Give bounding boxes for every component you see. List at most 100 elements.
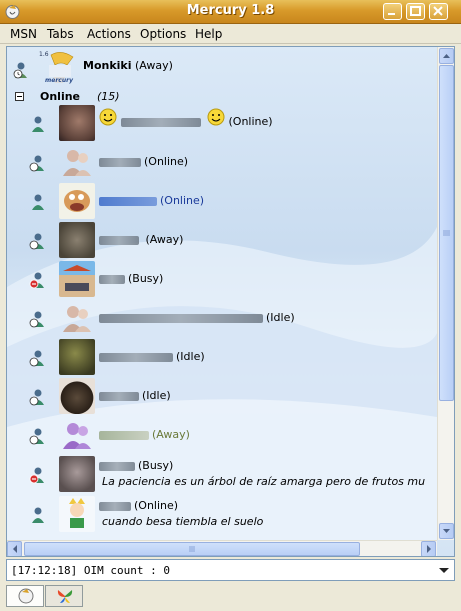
group-label: Online bbox=[40, 90, 81, 103]
contact-row[interactable]: (Online) bbox=[7, 144, 437, 180]
cartoon-kid-avatar-icon bbox=[59, 496, 95, 532]
arrow-down-icon bbox=[443, 529, 450, 533]
tab-contacts[interactable] bbox=[6, 585, 44, 607]
vertical-scroll-thumb[interactable] bbox=[439, 65, 454, 401]
contact-row[interactable]: (Away) bbox=[7, 417, 437, 453]
contact-status: (Online) bbox=[160, 194, 205, 207]
contact-row[interactable]: (Busy) La paciencia es un árbol de raíz … bbox=[7, 456, 437, 492]
away-status-icon bbox=[29, 155, 44, 172]
menu-tabs[interactable]: Tabs bbox=[47, 27, 74, 41]
self-name: Monkiki bbox=[83, 59, 132, 72]
close-icon bbox=[433, 6, 443, 16]
contact-name-redacted bbox=[99, 461, 135, 471]
contact-name-redacted bbox=[120, 117, 201, 127]
vertical-scrollbar[interactable] bbox=[437, 47, 454, 540]
contact-row[interactable]: (Idle) bbox=[7, 378, 437, 414]
away-status-icon bbox=[29, 389, 44, 406]
title-bar[interactable]: Mercury 1.8 bbox=[0, 0, 461, 24]
online-status-icon bbox=[32, 507, 44, 523]
grip-icon bbox=[443, 230, 450, 236]
grip-icon bbox=[189, 546, 195, 552]
msn-butterfly-icon bbox=[57, 590, 73, 603]
contact-list[interactable]: 1.6 mercury Monkiki (Away) Online (15) (… bbox=[6, 46, 455, 557]
contact-status: (Idle) bbox=[176, 350, 205, 363]
busy-status-icon bbox=[29, 467, 44, 484]
tab-msn[interactable] bbox=[45, 585, 83, 607]
busy-status-icon bbox=[29, 272, 44, 289]
scroll-left-button[interactable] bbox=[7, 541, 22, 556]
tab-strip bbox=[0, 583, 461, 611]
contact-name-redacted bbox=[99, 352, 173, 362]
away-status-icon bbox=[29, 311, 44, 328]
chevron-down-icon[interactable] bbox=[435, 561, 453, 579]
contact-row[interactable]: (Away) bbox=[7, 222, 437, 258]
horizontal-scrollbar[interactable] bbox=[7, 540, 437, 556]
status-bar[interactable]: [17:12:18] OIM count : 0 bbox=[6, 559, 455, 581]
contact-name-redacted bbox=[99, 157, 141, 167]
contact-status: (Idle) bbox=[142, 389, 171, 402]
beach-avatar-icon bbox=[59, 261, 95, 297]
avatar[interactable] bbox=[59, 105, 95, 141]
away-status-icon bbox=[13, 62, 27, 79]
self-row[interactable]: 1.6 mercury Monkiki (Away) bbox=[7, 51, 437, 87]
status-text: [17:12:18] OIM count : 0 bbox=[11, 564, 170, 577]
contact-name-redacted bbox=[99, 430, 149, 440]
menu-bar: MSN Tabs Actions Options Help bbox=[0, 24, 461, 44]
arrow-left-icon bbox=[13, 545, 17, 553]
contact-status: (Online) bbox=[134, 499, 179, 512]
purple-buddy-avatar-icon bbox=[63, 423, 91, 449]
contact-row[interactable]: (Online) bbox=[7, 183, 437, 219]
menu-msn[interactable]: MSN bbox=[10, 27, 37, 41]
menu-help[interactable]: Help bbox=[195, 27, 222, 41]
contact-row[interactable]: (Online) cuando besa tiembla el suelo bbox=[7, 496, 437, 532]
group-count: (15) bbox=[97, 90, 120, 103]
avatar[interactable] bbox=[59, 339, 95, 375]
avatar[interactable] bbox=[59, 222, 95, 258]
self-avatar-label: mercury bbox=[45, 77, 73, 84]
contact-row[interactable]: (Busy) bbox=[7, 261, 437, 297]
personal-message: cuando besa tiembla el suelo bbox=[102, 515, 264, 528]
scroll-up-button[interactable] bbox=[439, 48, 454, 64]
contact-name-redacted bbox=[99, 196, 157, 206]
away-status-icon bbox=[29, 350, 44, 367]
self-status: (Away) bbox=[135, 59, 173, 72]
default-avatar-icon bbox=[63, 306, 91, 332]
avatar[interactable] bbox=[59, 378, 95, 414]
close-button[interactable] bbox=[429, 3, 448, 20]
contact-status: (Online) bbox=[144, 155, 189, 168]
online-status-icon bbox=[32, 194, 44, 210]
smiley-icon bbox=[207, 108, 225, 126]
contact-name-redacted bbox=[99, 235, 139, 245]
maximize-icon bbox=[410, 6, 421, 16]
contact-row[interactable]: (Idle) bbox=[7, 300, 437, 336]
online-status-icon bbox=[32, 116, 44, 132]
default-avatar-icon bbox=[63, 150, 91, 176]
group-online[interactable]: Online (15) bbox=[7, 89, 437, 105]
minus-icon[interactable] bbox=[15, 92, 24, 101]
avatar[interactable] bbox=[59, 456, 95, 492]
menu-options[interactable]: Options bbox=[140, 27, 186, 41]
contact-name-redacted bbox=[99, 313, 263, 323]
self-avatar[interactable]: 1.6 mercury bbox=[37, 51, 81, 87]
horizontal-scroll-thumb[interactable] bbox=[24, 542, 360, 556]
contact-status: (Busy) bbox=[128, 272, 164, 285]
minimize-button[interactable] bbox=[383, 3, 402, 20]
arrow-right-icon bbox=[427, 545, 431, 553]
contact-name-redacted bbox=[99, 391, 139, 401]
contact-row[interactable]: (Online) bbox=[7, 105, 437, 141]
contact-status: (Idle) bbox=[266, 311, 295, 324]
cartoon-dog-avatar-icon bbox=[59, 183, 95, 219]
maximize-button[interactable] bbox=[406, 3, 425, 20]
minimize-icon bbox=[388, 13, 395, 15]
contacts-tab-icon bbox=[18, 588, 34, 604]
smiley-icon bbox=[99, 108, 117, 126]
scroll-right-button[interactable] bbox=[421, 541, 436, 556]
contact-row[interactable]: (Idle) bbox=[7, 339, 437, 375]
away-status-icon bbox=[29, 428, 44, 445]
away-status-icon bbox=[29, 233, 44, 250]
scroll-down-button[interactable] bbox=[439, 523, 454, 539]
contact-status: (Away) bbox=[152, 428, 190, 441]
arrow-up-icon bbox=[443, 54, 450, 58]
menu-actions[interactable]: Actions bbox=[87, 27, 131, 41]
self-avatar-version: 1.6 bbox=[39, 51, 49, 58]
